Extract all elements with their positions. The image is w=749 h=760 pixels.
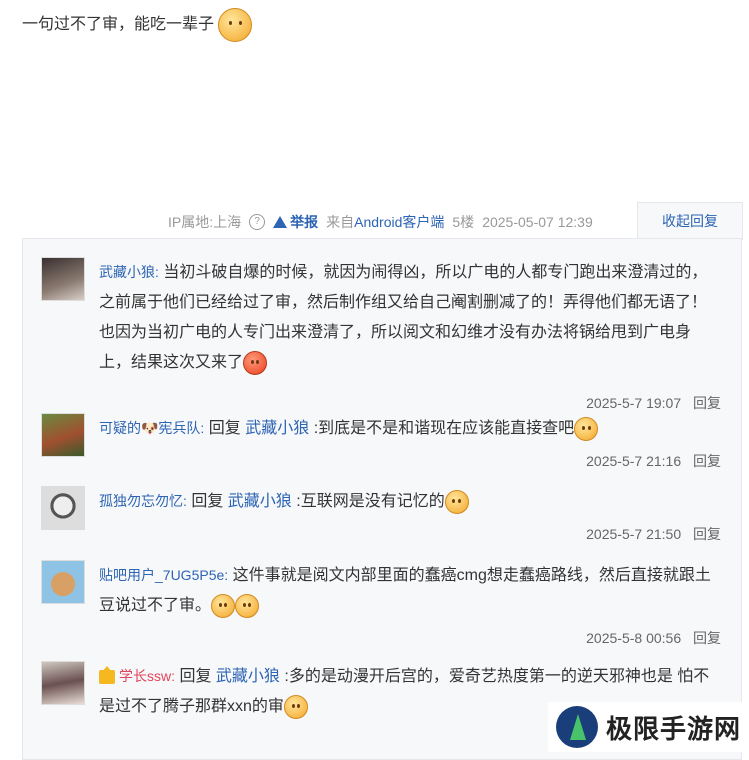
reply-text: :互联网是没有记忆的 xyxy=(291,493,445,510)
reply-username[interactable]: 孤独勿忘勿忆: xyxy=(99,493,187,509)
avatar[interactable] xyxy=(41,486,85,530)
mention-link[interactable]: 武藏小狼 xyxy=(228,493,292,510)
reply-content: 可疑的🐶宪兵队: 回复 武藏小狼 :到底是不是和谐现在应该能直接查吧 xyxy=(99,413,719,444)
reply-meta: 2025-5-7 21:16 回复 xyxy=(578,451,721,471)
warning-icon xyxy=(273,216,288,228)
reply-text: :到底是不是和谐现在应该能直接查吧 xyxy=(309,420,575,437)
client-link[interactable]: Android客户端 xyxy=(354,214,444,230)
reply-meta: 2025-5-7 21:50 回复 xyxy=(578,524,721,544)
reply-button[interactable]: 回复 xyxy=(693,630,721,646)
watermark-text: 极限手游网 xyxy=(606,714,742,745)
floor-number: 5楼 xyxy=(452,214,475,230)
client-source: 来自Android客户端 xyxy=(326,214,445,230)
reply-username[interactable]: 贴吧用户_7UG5P5e: xyxy=(99,567,228,583)
reply-text: 当初斗破自爆的时候，就因为闹得凶，所以广电的人都专门跑出来澄清过的，之前属于他们… xyxy=(99,264,708,371)
post-time: 2025-05-07 12:39 xyxy=(482,214,593,230)
reply-time: 2025-5-7 21:16 xyxy=(586,453,682,469)
reply-username[interactable]: 武藏小狼: xyxy=(99,264,159,280)
report-button[interactable]: 举报 xyxy=(273,212,318,232)
mention-link[interactable]: 武藏小狼 xyxy=(245,420,309,437)
avatar[interactable] xyxy=(41,661,85,705)
reply-button[interactable]: 回复 xyxy=(693,395,721,411)
help-icon[interactable]: ? xyxy=(249,214,266,230)
reply-button[interactable]: 回复 xyxy=(693,526,721,542)
frown-emoji-icon xyxy=(283,694,308,719)
reply-meta: 2025-5-7 19:07 回复 xyxy=(578,393,721,413)
frown-emoji-icon xyxy=(444,489,469,514)
replies-panel: 武藏小狼: 当初斗破自爆的时候，就因为闹得凶，所以广电的人都专门跑出来澄清过的，… xyxy=(22,238,742,760)
post-meta: IP属地:上海 ? 举报 来自Android客户端 5楼 2025-05-07 … xyxy=(168,212,593,232)
kiss-emoji-icon xyxy=(574,416,599,441)
reply-time: 2025-5-8 00:56 xyxy=(586,630,682,646)
reply-username[interactable]: 学长ssw: xyxy=(119,668,175,684)
angry-emoji-icon xyxy=(243,350,268,375)
reply-content: 孤独勿忘勿忆: 回复 武藏小狼 :互联网是没有记忆的 xyxy=(99,486,719,517)
smile-emoji-icon xyxy=(218,8,253,42)
reply-content: 贴吧用户_7UG5P5e: 这件事就是阅文内部里面的蠢癌cmg想走蠢癌路线，然后… xyxy=(99,560,719,621)
mention-link[interactable]: 武藏小狼 xyxy=(216,668,280,685)
vip-crown-icon xyxy=(99,665,115,684)
frown-emoji-icon xyxy=(235,593,260,618)
avatar[interactable] xyxy=(41,413,85,457)
avatar[interactable] xyxy=(41,257,85,301)
reply-time: 2025-5-7 19:07 xyxy=(586,395,682,411)
avatar[interactable] xyxy=(41,560,85,604)
reply-button[interactable]: 回复 xyxy=(693,453,721,469)
frown-emoji-icon xyxy=(211,593,236,618)
reply-content: 武藏小狼: 当初斗破自爆的时候，就因为闹得凶，所以广电的人都专门跑出来澄清过的，… xyxy=(99,257,719,378)
reply-time: 2025-5-7 21:50 xyxy=(586,526,682,542)
collapse-replies-button[interactable]: 收起回复 xyxy=(637,202,743,240)
reply-username[interactable]: 可疑的🐶宪兵队: xyxy=(99,420,204,436)
ip-location: IP属地:上海 xyxy=(168,214,242,230)
site-watermark: 极限手游网 xyxy=(548,702,749,752)
site-logo-icon xyxy=(556,706,598,748)
reply-meta: 2025-5-8 00:56 回复 xyxy=(578,628,721,648)
post-text: 一句过不了审，能吃一辈子 xyxy=(22,8,253,42)
